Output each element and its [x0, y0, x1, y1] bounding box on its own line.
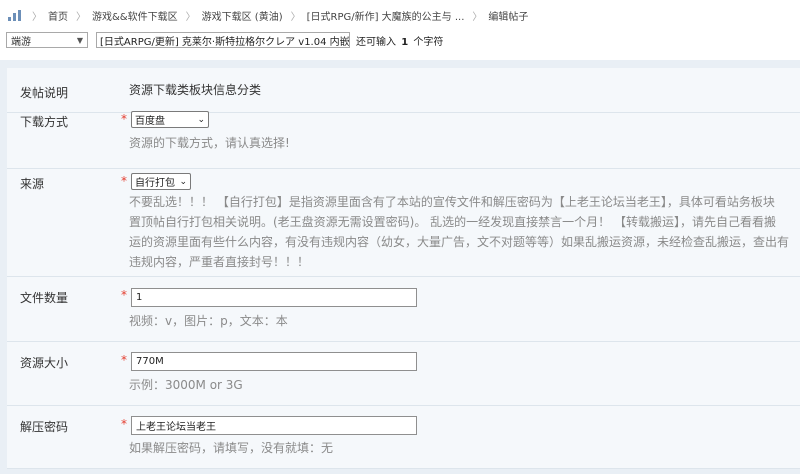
download-method-label: 下载方式	[20, 115, 69, 129]
breadcrumb-thread[interactable]: [日式RPG/新作] 大魔族的公主与 ...	[307, 8, 465, 23]
char-remaining-prefix: 还可输入	[356, 36, 396, 48]
row-download-method: 下载方式 * 百度盘 ⌄ 资源的下载方式，请认真选择!	[7, 111, 800, 169]
breadcrumb-forum[interactable]: 游戏&&软件下载区	[92, 8, 178, 23]
source-hint-line: 违规内容，严重者直接封号！！！	[129, 255, 310, 269]
breadcrumb-separator: 〉	[32, 11, 42, 23]
password-hint: 如果解压密码，请填写，没有就填：无	[129, 441, 334, 455]
breadcrumb-subforum[interactable]: 游戏下载区 (黄油)	[202, 8, 283, 23]
row-source: 来源 * 自行打包 ⌄ 不要乱选！！！ 【自行打包】是指资源里面含有了本站的宣传…	[7, 169, 800, 277]
source-label: 来源	[20, 177, 45, 191]
source-hint-line: 不要乱选！！！ 【自行打包】是指资源里面含有了本站的宣传文件和解压密码为【上老王…	[129, 195, 775, 209]
char-remaining-count: 1	[401, 36, 409, 48]
row-size: 资源大小 * 770M 示例：3000M or 3G	[7, 342, 800, 406]
file-count-label: 文件数量	[20, 291, 69, 305]
required-star: *	[121, 288, 127, 302]
char-remaining-suffix: 个字符	[413, 36, 444, 48]
download-method-value: 百度盘	[135, 116, 165, 127]
breadcrumb-separator: 〉	[185, 11, 196, 23]
type-select-value: 端游	[11, 36, 31, 48]
post-desc-value: 资源下载类板块信息分类	[129, 83, 262, 97]
breadcrumb: 〉 首页 〉 游戏&&软件下载区 〉 游戏下载区 (黄油) 〉 [日式RPG/新…	[0, 0, 800, 30]
chevron-down-icon: ▼	[76, 35, 83, 45]
type-select[interactable]: 端游 ▼	[6, 32, 88, 48]
title-input[interactable]: [日式ARPG/更新] 克莱尔·斯特拉格尔クレア v1.04 内嵌AI	[96, 32, 350, 48]
title-row: 端游 ▼ [日式ARPG/更新] 克莱尔·斯特拉格尔クレア v1.04 内嵌AI…	[0, 30, 800, 50]
classification-form: 发帖说明 资源下载类板块信息分类 下载方式 * 百度盘 ⌄ 资源的下载方式，请认…	[0, 60, 800, 474]
required-star: *	[121, 112, 127, 126]
row-post-desc: 发帖说明 资源下载类板块信息分类	[7, 68, 800, 113]
required-star: *	[121, 174, 127, 188]
chevron-down-icon: ⌄	[179, 176, 187, 187]
password-label: 解压密码	[20, 420, 69, 434]
required-star: *	[121, 417, 127, 431]
breadcrumb-separator: 〉	[472, 11, 483, 23]
stats-bars-icon[interactable]	[8, 9, 24, 21]
breadcrumb-current: 编辑帖子	[488, 11, 529, 23]
source-select[interactable]: 自行打包 ⌄	[131, 173, 191, 190]
breadcrumb-separator: 〉	[290, 11, 301, 23]
download-method-select[interactable]: 百度盘 ⌄	[131, 111, 209, 128]
size-input[interactable]: 770M	[131, 352, 417, 371]
breadcrumb-home[interactable]: 首页	[48, 8, 68, 23]
size-label: 资源大小	[20, 356, 69, 370]
size-hint: 示例：3000M or 3G	[129, 378, 243, 392]
post-desc-label: 发帖说明	[20, 86, 69, 100]
source-value: 自行打包	[135, 178, 175, 189]
source-hint-line: 置顶帖自行打包相关说明。(老王盘资源无需设置密码)。 乱选的一经发现直接禁言一个…	[129, 215, 776, 229]
file-count-input[interactable]: 1	[131, 288, 417, 307]
char-remaining: 还可输入 1 个字符	[356, 33, 443, 48]
required-star: *	[121, 353, 127, 367]
source-hint-line: 运的资源里面有些什么内容，有没有违规内容（幼女，大量广告，文不对题等等）如果乱搬…	[129, 235, 790, 249]
breadcrumb-separator: 〉	[76, 11, 86, 23]
download-method-hint: 资源的下载方式，请认真选择!	[129, 136, 290, 150]
row-file-count: 文件数量 * 1 视频：v，图片：p，文本：本	[7, 277, 800, 342]
row-password: 解压密码 * 上老王论坛当老王 如果解压密码，请填写，没有就填：无	[7, 406, 800, 469]
file-count-hint: 视频：v，图片：p，文本：本	[129, 314, 288, 328]
password-input[interactable]: 上老王论坛当老王	[131, 416, 417, 435]
chevron-down-icon: ⌄	[197, 114, 205, 125]
